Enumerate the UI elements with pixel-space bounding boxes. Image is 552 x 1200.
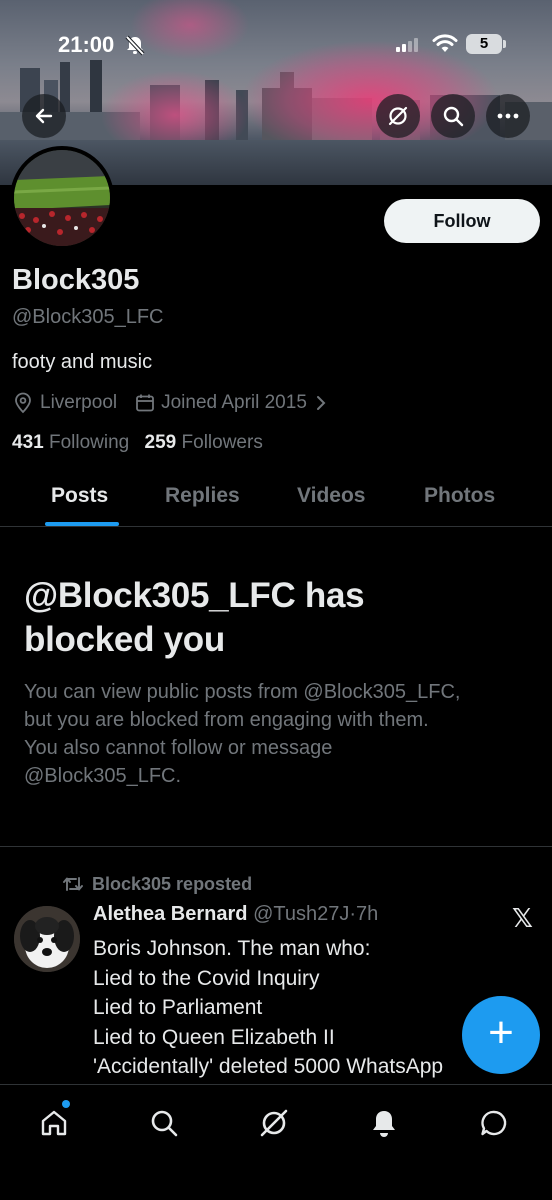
follow-button[interactable]: Follow xyxy=(384,199,540,243)
tab-videos[interactable]: Videos xyxy=(297,484,365,508)
blocked-desc-line: @Block305_LFC. xyxy=(24,765,182,787)
blocked-title-line: @Block305_LFC has xyxy=(24,576,365,615)
post-text-line: Boris Johnson. The man who: xyxy=(93,937,371,960)
profile-counts: 431 Following 259 Followers xyxy=(12,432,263,454)
repost-label[interactable]: Block305 reposted xyxy=(92,874,252,895)
active-tab-indicator xyxy=(45,522,119,526)
following-label: Following xyxy=(48,432,130,453)
home-icon xyxy=(41,1110,67,1136)
post-text-line: Lied to Queen Elizabeth II xyxy=(93,1025,335,1049)
nav-grok[interactable] xyxy=(254,1103,294,1143)
post-author-name[interactable]: Alethea Bernard xyxy=(93,903,248,925)
notifications-icon xyxy=(373,1111,395,1137)
signal-icon xyxy=(396,38,418,52)
post-author-handle[interactable]: @Tush27J xyxy=(253,903,349,925)
avatar-stadium-image xyxy=(14,150,110,246)
x-logo-icon: 𝕏 xyxy=(512,904,533,934)
battery-tip xyxy=(503,40,506,48)
following-link[interactable]: 431 Following xyxy=(12,432,129,453)
followers-link[interactable]: 259 Followers xyxy=(145,432,263,453)
followers-count: 259 xyxy=(144,432,177,453)
profile-display-name: Block305 xyxy=(12,264,140,296)
nav-messages[interactable] xyxy=(474,1103,514,1143)
bell-off-icon xyxy=(125,35,145,56)
blocked-desc-line: You can view public posts from @Block305… xyxy=(24,681,461,703)
status-bar: 21:00 5 xyxy=(0,0,552,90)
profile-bio: footy and music xyxy=(12,351,153,373)
status-time: 21:00 xyxy=(58,32,115,57)
blocked-desc-line: You also cannot follow or message xyxy=(24,737,333,759)
tab-posts[interactable]: Posts xyxy=(51,484,108,508)
dog-avatar-image xyxy=(14,906,80,972)
battery-icon: 5 xyxy=(466,34,502,54)
followers-label: Followers xyxy=(181,432,263,453)
post-text-line: 'Accidentally' deleted 5000 WhatsApp xyxy=(93,1055,444,1078)
search-button[interactable] xyxy=(431,94,475,138)
post-body[interactable]: Boris Johnson. The man who: Lied to the … xyxy=(93,934,503,1084)
blocked-description: You can view public posts from @Block305… xyxy=(24,678,534,790)
blocked-title-line: blocked you xyxy=(24,620,225,659)
more-icon xyxy=(497,113,519,119)
following-count: 431 xyxy=(12,432,44,453)
notification-dot xyxy=(62,1100,70,1108)
nav-notifications[interactable] xyxy=(364,1103,404,1143)
profile-meta: Liverpool Joined April 2015 xyxy=(12,390,333,416)
grok-icon xyxy=(260,1109,288,1137)
post-author-avatar[interactable] xyxy=(14,906,80,972)
search-icon xyxy=(151,1110,178,1137)
post-text-line: Lied to Parliament xyxy=(93,996,263,1019)
profile-handle: @Block305_LFC xyxy=(12,306,164,328)
calendar-icon xyxy=(136,394,155,412)
profile-joined[interactable]: Joined April 2015 xyxy=(161,392,307,414)
grok-icon xyxy=(388,106,408,126)
repost-icon xyxy=(63,877,83,891)
location-icon xyxy=(15,392,31,414)
tab-replies[interactable]: Replies xyxy=(165,484,240,508)
profile-avatar[interactable] xyxy=(10,146,114,250)
bottom-navigation xyxy=(0,1084,552,1200)
tab-photos[interactable]: Photos xyxy=(424,484,495,508)
post-separator: · xyxy=(349,903,357,925)
divider xyxy=(0,846,552,847)
profile-tabs: Posts Replies Videos Photos xyxy=(0,470,552,527)
repost-indicator: Block305 reposted xyxy=(62,872,252,896)
grok-button[interactable] xyxy=(376,94,420,138)
profile-location: Liverpool xyxy=(40,392,118,413)
chevron-right-icon[interactable] xyxy=(315,395,327,411)
post-header: Alethea Bernard @Tush27J·7h xyxy=(93,903,378,926)
post-time[interactable]: 7h xyxy=(356,903,378,925)
nav-home[interactable] xyxy=(34,1103,74,1143)
compose-button[interactable]: + xyxy=(462,996,540,1074)
wifi-icon xyxy=(432,34,458,52)
more-button[interactable] xyxy=(486,94,530,138)
back-button[interactable] xyxy=(22,94,66,138)
post-text-line: Lied to the Covid Inquiry xyxy=(93,966,320,990)
nav-search[interactable] xyxy=(144,1103,184,1143)
blocked-desc-line: but you are blocked from engaging with t… xyxy=(24,709,429,731)
blocked-title: @Block305_LFC has blocked you xyxy=(24,574,534,662)
search-icon xyxy=(443,106,464,127)
messages-icon xyxy=(481,1110,507,1136)
back-arrow-icon xyxy=(35,108,53,124)
